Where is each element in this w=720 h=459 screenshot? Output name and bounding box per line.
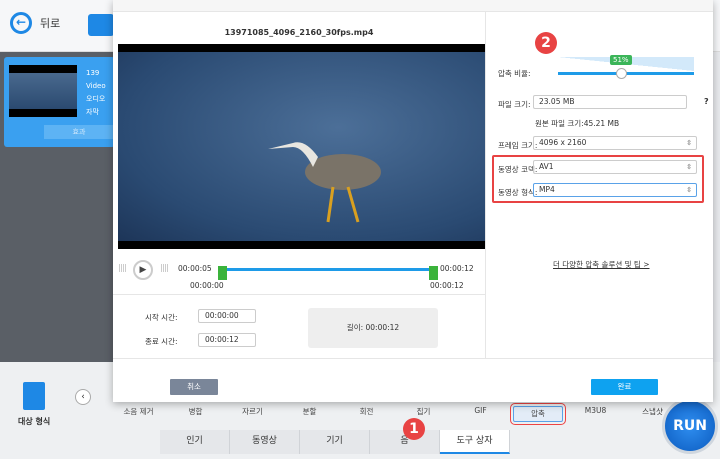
more-tips-link[interactable]: 더 다양한 압축 솔루션 및 팁 > bbox=[553, 259, 650, 270]
compress-dialog: 13971085_4096_2160_30fps.mp4 ▶ 00:00:05 … bbox=[113, 0, 713, 402]
tool-split[interactable]: 분할 bbox=[281, 406, 338, 422]
back-arrow-icon: ← bbox=[10, 12, 32, 34]
chevron-left-icon[interactable]: ‹ bbox=[75, 389, 91, 405]
cancel-button[interactable]: 취소 bbox=[170, 379, 218, 395]
file-size-label: 파일 크기: bbox=[498, 100, 531, 109]
tab-popular[interactable]: 인기 bbox=[160, 430, 230, 454]
play-button[interactable]: ▶ bbox=[133, 260, 153, 280]
trim-end-handle[interactable] bbox=[429, 266, 438, 280]
slider-knob[interactable] bbox=[616, 68, 627, 79]
tool-trim[interactable]: 자르기 bbox=[224, 406, 281, 422]
tool-rotate[interactable]: 회전 bbox=[338, 406, 395, 422]
codec-value: AV1 bbox=[539, 162, 554, 171]
target-format-button[interactable]: 대상 형식 bbox=[18, 382, 50, 427]
frame-size-value: 4096 x 2160 bbox=[539, 138, 587, 147]
target-format-label: 대상 형식 bbox=[18, 417, 51, 426]
end-time-input[interactable]: 00:00:12 bbox=[198, 333, 256, 347]
add-video-icon[interactable] bbox=[88, 14, 114, 36]
back-button[interactable]: ← 뒤로 bbox=[10, 12, 60, 34]
trim-track[interactable] bbox=[223, 268, 431, 271]
tab-video[interactable]: 동영상 bbox=[230, 430, 300, 454]
frame-size-label: 프레임 크기: bbox=[498, 141, 538, 150]
grip-icon[interactable] bbox=[119, 264, 127, 272]
tab-device[interactable]: 기기 bbox=[300, 430, 370, 454]
ok-button[interactable]: 완료 bbox=[591, 379, 658, 395]
duration-display: 길이: 00:00:12 bbox=[308, 308, 438, 348]
video-filename: 13971085_4096_2160_30fps.mp4 bbox=[224, 28, 374, 37]
grip-icon[interactable] bbox=[161, 264, 169, 272]
tool-crop[interactable]: 집기 bbox=[395, 406, 452, 422]
help-icon[interactable]: ? bbox=[704, 97, 709, 106]
step-badge-2: 2 bbox=[535, 32, 557, 54]
document-settings-icon bbox=[23, 382, 46, 410]
effect-button[interactable]: 효과 bbox=[44, 125, 114, 139]
subtitle-info[interactable]: 자막 bbox=[86, 106, 106, 119]
audio-info[interactable]: 오디오 bbox=[86, 93, 106, 106]
start-time-label: 시작 시간: bbox=[145, 313, 178, 322]
file-card[interactable]: 139 Video 오디오 자막 효과 bbox=[4, 57, 115, 147]
tool-merge[interactable]: 병합 bbox=[167, 406, 224, 422]
trim-end-time: 00:00:12 bbox=[430, 281, 464, 290]
updown-icon: ⇳ bbox=[686, 139, 692, 147]
codec-select[interactable]: AV1 ⇳ bbox=[533, 160, 697, 174]
format-value: MP4 bbox=[539, 185, 555, 194]
tool-compress[interactable]: 압축 bbox=[510, 403, 566, 425]
tab-toolbox[interactable]: 도구 상자 bbox=[440, 430, 510, 454]
format-select[interactable]: MP4 ⇳ bbox=[533, 183, 697, 197]
updown-icon: ⇳ bbox=[686, 163, 692, 171]
codec-label: 동영상 코덱: bbox=[498, 165, 538, 174]
step-badge-1: 1 bbox=[403, 418, 425, 440]
trim-start-handle[interactable] bbox=[218, 266, 227, 280]
end-time-label: 종료 시간: bbox=[145, 337, 178, 346]
tool-denoise[interactable]: 소음 제거 bbox=[110, 406, 167, 422]
run-button[interactable]: RUN bbox=[662, 398, 718, 454]
player-controls: ▶ 00:00:05 00:00:00 00:00:12 00:00:12 bbox=[113, 250, 485, 295]
file-size-input[interactable]: 23.05 MB bbox=[533, 95, 687, 109]
ratio-percent: 51% bbox=[610, 55, 632, 65]
trim-start-time: 00:00:00 bbox=[190, 281, 224, 290]
frame-size-select[interactable]: 4096 x 2160 ⇳ bbox=[533, 136, 697, 150]
heron-image bbox=[268, 142, 381, 223]
original-size: 원본 파일 크기:45.21 MB bbox=[535, 119, 620, 128]
tool-gif[interactable]: GIF bbox=[452, 406, 509, 422]
compress-ratio-label: 압축 비율: bbox=[498, 69, 531, 78]
format-label: 동영상 형식: bbox=[498, 188, 538, 197]
video-preview bbox=[118, 44, 485, 249]
trim-end-time-top: 00:00:12 bbox=[440, 264, 474, 273]
updown-icon: ⇳ bbox=[686, 186, 692, 194]
current-time: 00:00:05 bbox=[178, 264, 212, 273]
video-thumbnail bbox=[9, 65, 77, 117]
start-time-input[interactable]: 00:00:00 bbox=[198, 309, 256, 323]
video-info: Video bbox=[86, 82, 106, 90]
file-name: 139 bbox=[86, 69, 100, 77]
tool-m3u8[interactable]: M3U8 bbox=[567, 406, 624, 422]
back-label: 뒤로 bbox=[40, 17, 61, 30]
